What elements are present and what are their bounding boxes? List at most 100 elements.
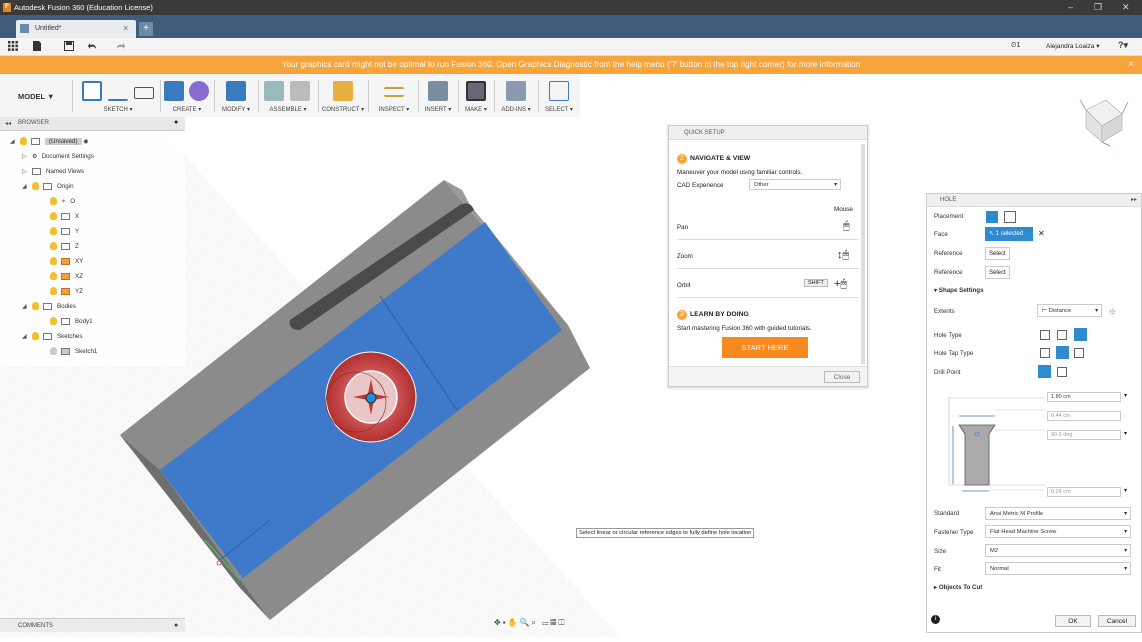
countersink-hole-icon[interactable] xyxy=(1074,328,1087,341)
3d-print-icon[interactable] xyxy=(466,81,486,101)
fit-view-icon[interactable]: ⌕ xyxy=(531,618,537,627)
rectangle-tool-icon[interactable] xyxy=(134,87,154,99)
ok-button[interactable]: OK xyxy=(1055,615,1091,627)
extrude-icon[interactable] xyxy=(164,81,184,101)
counterbore-hole-icon[interactable] xyxy=(1057,330,1067,340)
cancel-button[interactable]: Cancel xyxy=(1098,615,1136,627)
undo-icon[interactable] xyxy=(88,41,98,51)
quick-setup-scrollbar[interactable] xyxy=(861,144,865,364)
visibility-bulb-icon[interactable] xyxy=(32,302,39,311)
line-tool-icon[interactable] xyxy=(108,81,128,101)
new-tab-button[interactable]: + xyxy=(139,22,153,36)
workspace-switcher[interactable]: MODEL ▼ xyxy=(18,92,54,101)
select-arrow-icon[interactable] xyxy=(549,81,569,101)
tree-item-sketches[interactable]: ◢ Sketches xyxy=(10,329,180,344)
press-pull-icon[interactable] xyxy=(226,81,246,101)
info-icon[interactable]: i xyxy=(931,615,940,624)
hole-dialog-header[interactable]: HOLE ▸▸ xyxy=(927,194,1141,207)
redo-icon[interactable] xyxy=(115,41,125,51)
quick-setup-header[interactable]: QUICK SETUP xyxy=(669,126,867,140)
joint-icon[interactable] xyxy=(290,81,310,101)
flat-drill-point-icon[interactable] xyxy=(1038,365,1051,378)
document-tab[interactable]: Untitled* × xyxy=(16,20,136,38)
face-selection-button[interactable]: ↖ 1 selected xyxy=(985,227,1033,241)
construct-group[interactable]: CONSTRUCT ▾ xyxy=(320,77,366,115)
visibility-bulb-icon[interactable] xyxy=(50,197,57,206)
tree-item-yz-plane[interactable]: YZ xyxy=(10,284,180,299)
visibility-bulb-icon[interactable] xyxy=(20,137,27,146)
user-menu[interactable]: Alejandra Loaiza ▾ xyxy=(1046,42,1100,50)
collapse-browser-icon[interactable]: ◂◂ xyxy=(5,120,11,127)
close-window-button[interactable]: ✕ xyxy=(1122,2,1130,13)
inspect-group[interactable]: INSPECT ▾ xyxy=(374,77,414,115)
modify-group[interactable]: MODIFY ▾ xyxy=(216,77,256,115)
visibility-bulb-icon[interactable] xyxy=(50,347,57,356)
construct-menu[interactable]: CONSTRUCT ▾ xyxy=(320,106,366,113)
orbit-icon[interactable]: ✥ xyxy=(494,618,503,627)
depth-input[interactable]: 1.80 cm xyxy=(1047,392,1121,402)
tree-item-root[interactable]: ◢ (Unsaved) ◉ xyxy=(10,134,180,149)
scripts-addins-icon[interactable] xyxy=(506,81,526,101)
visibility-bulb-icon[interactable] xyxy=(50,287,57,296)
simple-tap-icon[interactable] xyxy=(1040,348,1050,358)
measure-icon[interactable] xyxy=(384,87,404,97)
assemble-group[interactable]: ASSEMBLE ▾ xyxy=(260,77,316,115)
flip-direction-icon[interactable]: ⯐ xyxy=(1109,305,1116,321)
countersink-angle-input[interactable]: 90.0 deg xyxy=(1047,430,1121,440)
create-group[interactable]: CREATE ▾ xyxy=(162,77,212,115)
insert-image-icon[interactable] xyxy=(428,81,448,101)
cad-experience-select[interactable]: Other ▾ xyxy=(749,179,841,190)
fit-select[interactable]: Normal ▾ xyxy=(985,562,1131,575)
pin-browser-icon[interactable]: ● xyxy=(174,119,178,126)
clearance-tap-icon[interactable] xyxy=(1056,346,1069,359)
clear-face-selection-icon[interactable]: ✕ xyxy=(1038,229,1045,238)
close-warning-icon[interactable]: × xyxy=(1128,56,1134,74)
modify-menu[interactable]: MODIFY ▾ xyxy=(216,106,256,113)
tree-item-xy-plane[interactable]: XY xyxy=(10,254,180,269)
zoom-icon[interactable]: 🔍 xyxy=(520,618,532,627)
tree-item-named-views[interactable]: ▷ Named Views xyxy=(10,164,180,179)
visibility-bulb-icon[interactable] xyxy=(32,182,39,191)
tree-item-sketch1[interactable]: Sketch1 xyxy=(10,344,180,359)
form-icon[interactable] xyxy=(189,81,209,101)
addins-menu[interactable]: ADD-INS ▾ xyxy=(496,106,536,113)
tapped-icon[interactable] xyxy=(1074,348,1084,358)
visibility-bulb-icon[interactable] xyxy=(50,257,57,266)
tree-item-xz-plane[interactable]: XZ xyxy=(10,269,180,284)
tree-item-origin[interactable]: ◢ Origin xyxy=(10,179,180,194)
shape-settings-toggle[interactable]: ▾ Shape Settings xyxy=(934,287,984,294)
create-sketch-icon[interactable] xyxy=(82,81,102,101)
visibility-bulb-icon[interactable] xyxy=(50,317,57,326)
select-group[interactable]: SELECT ▾ xyxy=(540,77,578,115)
offset-plane-icon[interactable] xyxy=(333,81,353,101)
tree-item-z-axis[interactable]: Z xyxy=(10,239,180,254)
diameter-menu-icon[interactable]: ▾ xyxy=(1124,487,1127,494)
save-icon[interactable] xyxy=(64,41,74,51)
visibility-bulb-icon[interactable] xyxy=(50,212,57,221)
comments-panel[interactable]: COMMENTS ● xyxy=(0,618,185,632)
hole-diameter-input[interactable]: 0.24 cm xyxy=(1047,487,1121,497)
pin-comments-icon[interactable]: ● xyxy=(174,619,178,633)
data-panel-grid-icon[interactable] xyxy=(8,41,18,51)
countersink-diameter-input[interactable]: 0.44 cm xyxy=(1047,411,1121,421)
make-menu[interactable]: MAKE ▾ xyxy=(460,106,492,113)
make-group[interactable]: MAKE ▾ xyxy=(460,77,492,115)
assemble-menu[interactable]: ASSEMBLE ▾ xyxy=(260,106,316,113)
sketch-group[interactable]: SKETCH ▾ xyxy=(78,77,158,115)
view-cube[interactable] xyxy=(1072,90,1132,150)
insert-menu[interactable]: INSERT ▾ xyxy=(420,106,456,113)
multi-hole-placement-icon[interactable] xyxy=(1004,211,1016,223)
visibility-bulb-icon[interactable] xyxy=(50,227,57,236)
objects-to-cut-toggle[interactable]: ▸ Objects To Cut xyxy=(934,584,982,591)
inspect-menu[interactable]: INSPECT ▾ xyxy=(374,106,414,113)
start-here-button[interactable]: START HERE xyxy=(722,337,808,358)
pan-hand-icon[interactable]: ✋ xyxy=(508,618,520,627)
angled-drill-point-icon[interactable] xyxy=(1057,367,1067,377)
fastener-type-select[interactable]: Flat Head Machine Screw ▾ xyxy=(985,525,1131,538)
minimize-button[interactable]: – xyxy=(1068,2,1073,12)
size-select[interactable]: M2 ▾ xyxy=(985,544,1131,557)
tree-item-y-axis[interactable]: Y xyxy=(10,224,180,239)
viewports-icon[interactable]: ◫ xyxy=(558,618,566,627)
visibility-bulb-icon[interactable] xyxy=(50,272,57,281)
maximize-button[interactable]: ❐ xyxy=(1094,2,1102,13)
